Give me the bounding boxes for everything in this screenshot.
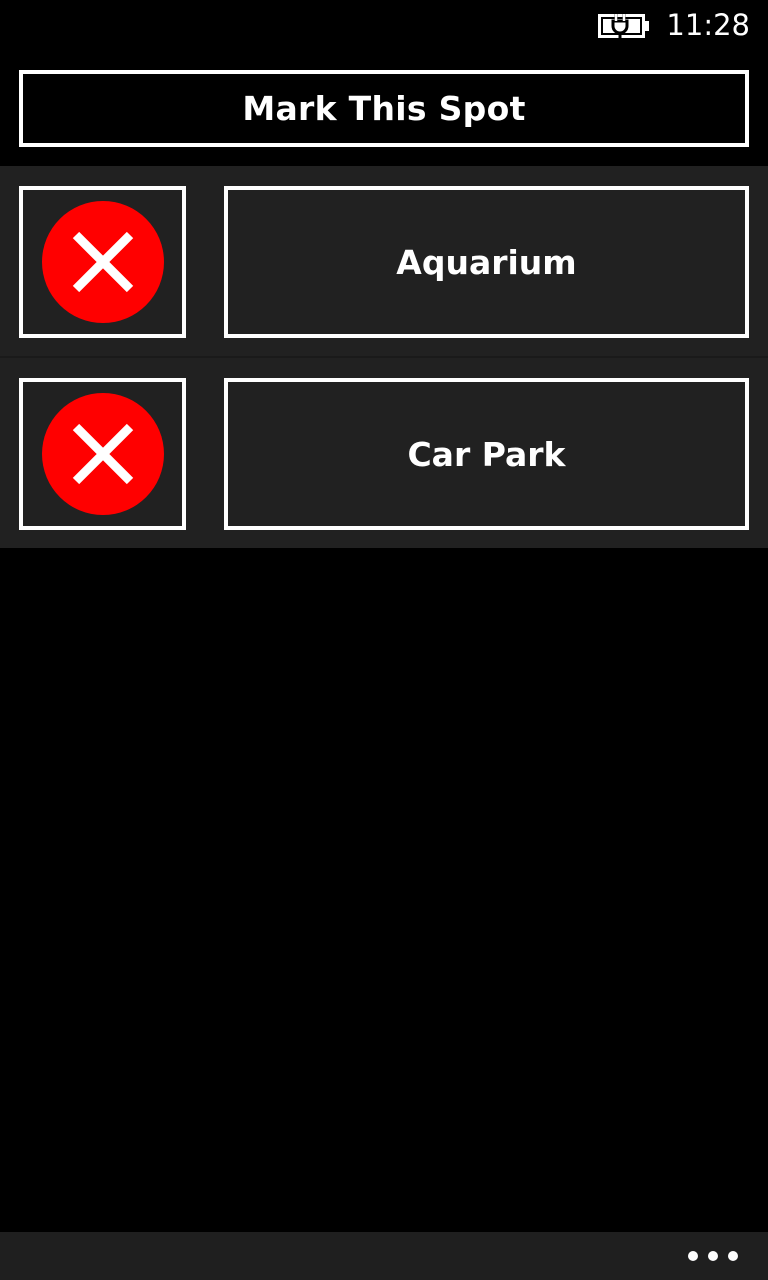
status-bar: 11:28 <box>0 0 768 50</box>
battery-charging-icon <box>598 14 649 39</box>
more-dot <box>708 1251 718 1261</box>
spot-button-aquarium[interactable]: Aquarium <box>224 186 749 338</box>
more-dot <box>728 1251 738 1261</box>
spot-button-car-park[interactable]: Car Park <box>224 378 749 530</box>
mark-this-spot-button[interactable]: Mark This Spot <box>19 70 749 147</box>
application-bar <box>0 1232 768 1280</box>
list-item: Car Park <box>0 356 768 548</box>
delete-icon <box>41 393 164 515</box>
more-icon[interactable] <box>688 1246 738 1266</box>
spot-list: Aquarium Car Park <box>0 166 768 548</box>
list-item: Aquarium <box>0 166 768 356</box>
more-dot <box>688 1251 698 1261</box>
delete-icon <box>41 201 164 323</box>
delete-spot-button[interactable] <box>19 186 186 338</box>
delete-spot-button[interactable] <box>19 378 186 530</box>
status-clock: 11:28 <box>666 8 750 42</box>
